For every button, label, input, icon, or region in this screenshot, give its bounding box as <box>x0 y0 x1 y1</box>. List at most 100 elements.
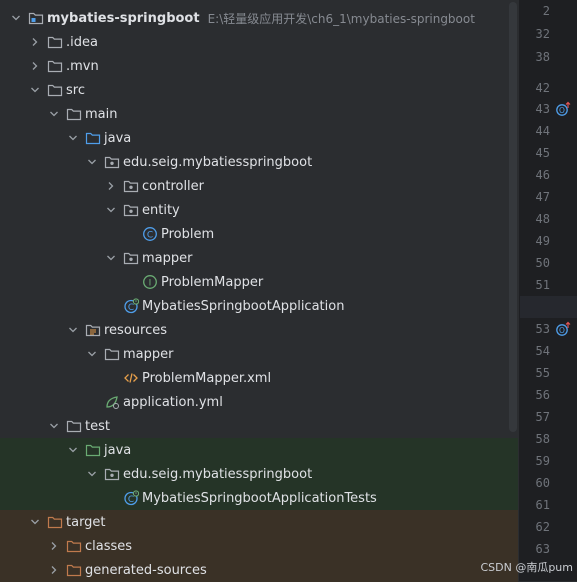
tree-row[interactable]: mapper <box>0 342 518 366</box>
chevron-down-icon[interactable] <box>27 510 43 534</box>
chevron-right-icon[interactable] <box>46 534 62 558</box>
line-number: 55 <box>535 366 550 380</box>
folder-icon <box>47 82 63 98</box>
source-folder-icon <box>85 130 101 146</box>
tree-row[interactable]: edu.seig.mybatiesspringboot <box>0 150 518 174</box>
tree-item-label: test <box>85 418 110 434</box>
editor-gutter: 232384243O44454647484950515253O545556575… <box>520 0 577 581</box>
svg-text:O: O <box>559 106 565 115</box>
xml-file-icon <box>123 370 139 386</box>
tree-row[interactable]: java <box>0 438 518 462</box>
excluded-folder-icon <box>66 538 82 554</box>
line-number: 57 <box>535 410 550 424</box>
tree-item-label: resources <box>104 322 168 338</box>
tree-item-label: application.yml <box>123 394 223 410</box>
folder-icon <box>104 346 120 362</box>
chevron-down-icon[interactable] <box>84 342 100 366</box>
tree-row[interactable]: C MybatiesSpringbootApplicationTests <box>0 486 518 510</box>
line-number: 44 <box>535 124 550 138</box>
tree-item-label: edu.seig.mybatiesspringboot <box>123 466 313 482</box>
chevron-down-icon[interactable] <box>103 246 119 270</box>
chevron-down-icon[interactable] <box>65 126 81 150</box>
tree-row[interactable]: edu.seig.mybatiesspringboot <box>0 462 518 486</box>
line-number: 59 <box>535 454 550 468</box>
tree-item-label: ProblemMapper.xml <box>142 370 272 386</box>
tree-row[interactable]: java <box>0 126 518 150</box>
line-number: 53 <box>535 322 550 336</box>
tree-row[interactable]: mybaties-springboot E:\轻量级应用开发\ch6_1\myba… <box>0 6 518 30</box>
tree-item-label: MybatiesSpringbootApplication <box>142 298 345 314</box>
spring-boot-class-icon: C <box>123 490 139 506</box>
chevron-down-icon[interactable] <box>46 414 62 438</box>
chevron-down-icon[interactable] <box>65 318 81 342</box>
svg-text:I: I <box>149 278 152 288</box>
line-number: 42 <box>535 81 550 95</box>
project-tree: mybaties-springboot E:\轻量级应用开发\ch6_1\myba… <box>0 6 518 582</box>
tree-row[interactable]: .idea <box>0 30 518 54</box>
tree-item-label: edu.seig.mybatiesspringboot <box>123 154 313 170</box>
project-path: E:\轻量级应用开发\ch6_1\mybaties-springboot <box>207 11 475 26</box>
tree-item-label: classes <box>85 538 133 554</box>
tree-row[interactable]: generated-sources <box>0 558 518 582</box>
chevron-down-icon[interactable] <box>8 6 24 30</box>
tree-item-label: java <box>104 442 132 458</box>
chevron-down-icon[interactable] <box>103 198 119 222</box>
chevron-down-icon[interactable] <box>84 150 100 174</box>
tree-row[interactable]: C Problem <box>0 222 518 246</box>
tree-row[interactable]: C MybatiesSpringbootApplication <box>0 294 518 318</box>
override-icon[interactable]: O <box>555 321 571 337</box>
line-number: 50 <box>535 256 550 270</box>
tree-item-label: generated-sources <box>85 562 207 578</box>
resources-folder-icon <box>85 322 101 338</box>
tree-item-label: ProblemMapper <box>161 274 264 290</box>
line-number: 46 <box>535 168 550 182</box>
tree-item-label: mapper <box>142 250 193 266</box>
chevron-right-icon[interactable] <box>27 30 43 54</box>
tree-item-label: java <box>104 130 132 146</box>
tree-row[interactable]: controller <box>0 174 518 198</box>
svg-text:C: C <box>128 303 134 313</box>
line-number: 38 <box>535 50 550 64</box>
tree-item-label: MybatiesSpringbootApplicationTests <box>142 490 377 506</box>
chevron-right-icon[interactable] <box>27 54 43 78</box>
tree-row[interactable]: .mvn <box>0 54 518 78</box>
svg-text:C: C <box>128 495 134 505</box>
class-icon: C <box>142 226 158 242</box>
tree-item-label: src <box>66 82 85 98</box>
tree-row[interactable]: target <box>0 510 518 534</box>
tree-row[interactable]: application.yml <box>0 390 518 414</box>
chevron-down-icon[interactable] <box>84 462 100 486</box>
excluded-folder-icon <box>66 562 82 578</box>
package-icon <box>123 202 139 218</box>
package-icon <box>104 154 120 170</box>
chevron-right-icon[interactable] <box>46 558 62 582</box>
tree-row[interactable]: resources <box>0 318 518 342</box>
chevron-down-icon[interactable] <box>65 438 81 462</box>
package-icon <box>104 466 120 482</box>
excluded-folder-icon <box>47 514 63 530</box>
chevron-right-icon[interactable] <box>103 174 119 198</box>
spring-boot-class-icon: C <box>123 298 139 314</box>
tree-item-label: main <box>85 106 118 122</box>
tree-item-label: .idea <box>66 34 98 50</box>
override-icon[interactable]: O <box>555 101 571 117</box>
chevron-down-icon[interactable] <box>46 102 62 126</box>
line-number: 2 <box>542 4 550 18</box>
chevron-down-icon[interactable] <box>27 78 43 102</box>
line-number: 32 <box>535 27 550 41</box>
tree-row[interactable]: main <box>0 102 518 126</box>
folder-icon <box>47 58 63 74</box>
tree-row[interactable]: src <box>0 78 518 102</box>
line-number: 54 <box>535 344 550 358</box>
tree-row[interactable]: I ProblemMapper <box>0 270 518 294</box>
tree-row[interactable]: test <box>0 414 518 438</box>
tree-item-label: Problem <box>161 226 215 242</box>
tree-row[interactable]: ProblemMapper.xml <box>0 366 518 390</box>
folder-icon <box>66 418 82 434</box>
tree-item-label: mybaties-springboot <box>47 10 200 26</box>
tree-row[interactable]: entity <box>0 198 518 222</box>
line-number: 51 <box>535 278 550 292</box>
tree-row[interactable]: mapper <box>0 246 518 270</box>
line-number: 58 <box>535 432 550 446</box>
tree-row[interactable]: classes <box>0 534 518 558</box>
